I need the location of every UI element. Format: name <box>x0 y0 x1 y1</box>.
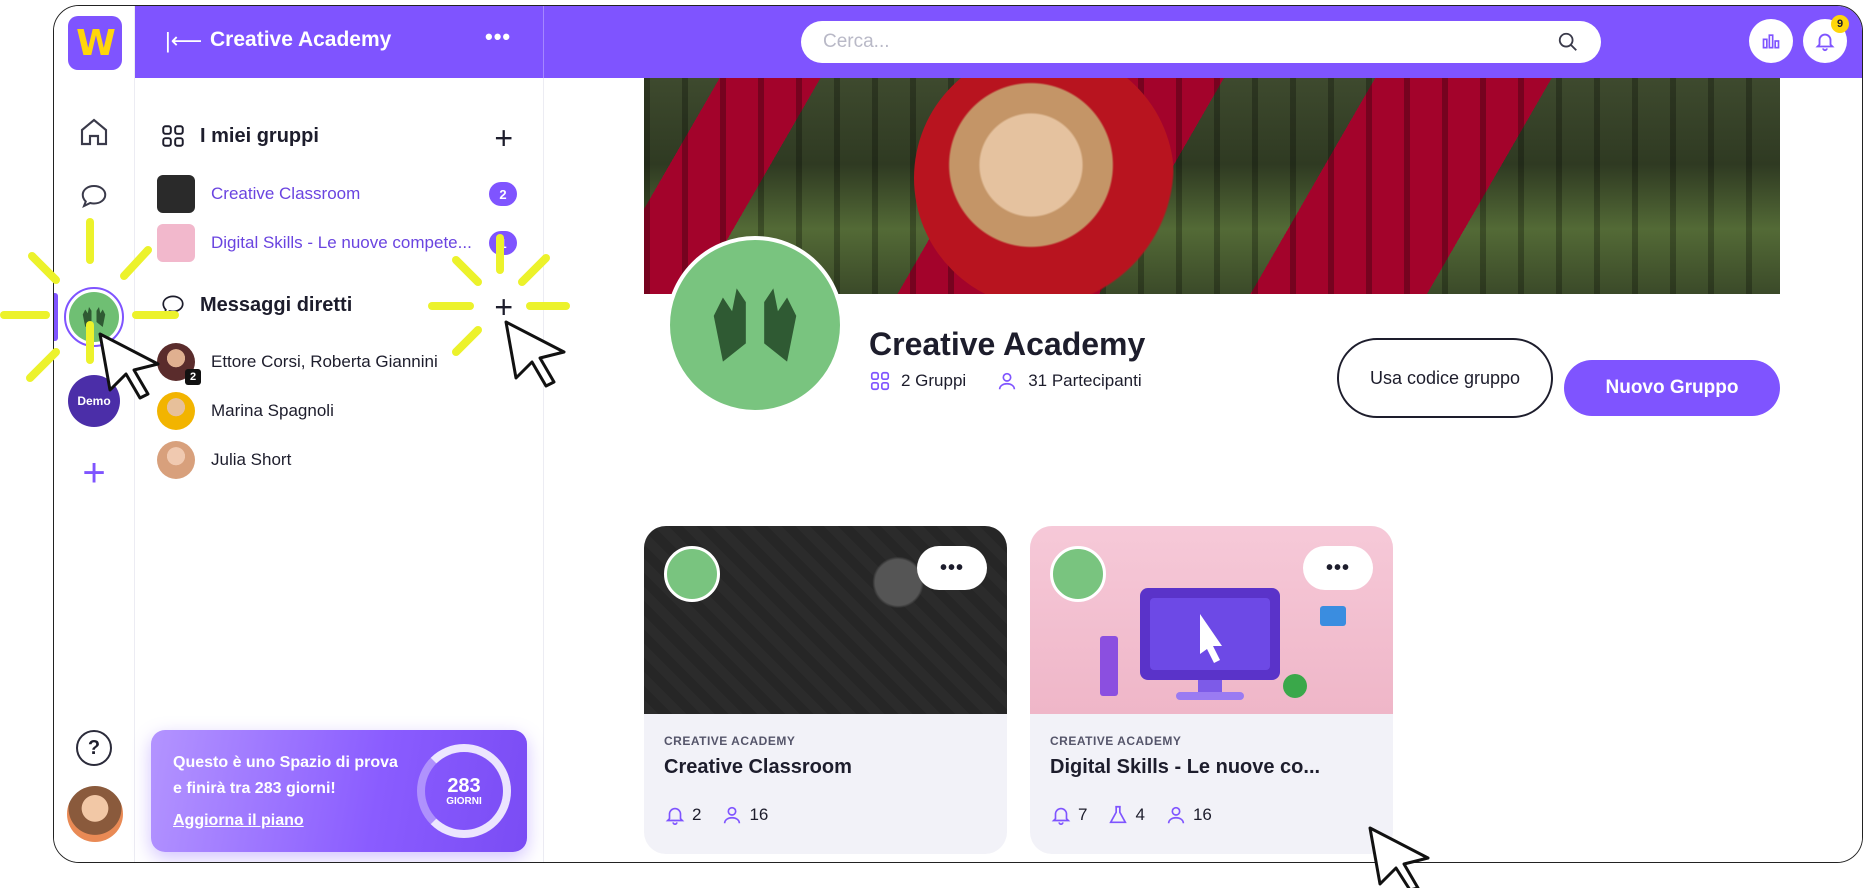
days-remaining-ring: 283 GIORNI <box>417 744 511 838</box>
collapse-sidebar-icon[interactable]: |⟵ <box>165 28 202 54</box>
search-bar <box>801 21 1601 63</box>
space-stats: 2 Gruppi 31 Partecipanti <box>869 370 1162 392</box>
gloves-icon <box>713 288 797 362</box>
active-indicator <box>54 293 58 341</box>
divider <box>543 6 544 78</box>
avatar: 2 <box>157 343 201 385</box>
upgrade-plan-link[interactable]: Aggiorna il piano <box>173 812 304 830</box>
bell-icon <box>1051 807 1071 825</box>
space-avatar <box>666 236 844 414</box>
new-group-button[interactable]: Nuovo Gruppo <box>1564 360 1780 416</box>
help-icon[interactable]: ? <box>76 730 112 766</box>
bar-chart-icon <box>1762 34 1780 49</box>
space-demo[interactable]: Demo <box>68 375 120 427</box>
avatar <box>157 392 195 430</box>
trial-banner: Questo è uno Spazio di prova e finirà tr… <box>151 730 527 852</box>
space-avatar <box>1050 546 1106 602</box>
dm-item-ettore-roberta[interactable]: 2 Ettore Corsi, Roberta Giannini <box>157 342 517 385</box>
group-card-creative-classroom[interactable]: ••• CREATIVE ACADEMY Creative Classroom … <box>644 526 1007 854</box>
sidebar: I miei gruppi + Creative Classroom 2 Dig… <box>135 78 544 862</box>
group-card-digital-skills[interactable]: ••• CREATIVE ACADEMY Digital Skills - Le… <box>1030 526 1393 854</box>
stats-button[interactable] <box>1749 19 1793 63</box>
groups-header: I miei gruppi <box>160 123 319 149</box>
add-message-button[interactable]: + <box>494 291 513 323</box>
avatar <box>157 441 195 479</box>
space-menu-button[interactable]: ••• <box>485 24 511 50</box>
dm-header: Messaggi diretti <box>160 292 352 318</box>
bell-icon <box>665 807 685 825</box>
sidebar-item-creative-classroom[interactable]: Creative Classroom 2 <box>157 174 517 214</box>
user-icon <box>1167 806 1185 824</box>
dm-item-marina-spagnoli[interactable]: Marina Spagnoli <box>157 391 517 431</box>
participants-badge: 2 <box>185 369 201 385</box>
card-title: Digital Skills - Le nuove co... <box>1050 756 1321 778</box>
topbar-space-title: Creative Academy <box>210 28 392 51</box>
notifications-button[interactable]: 9 <box>1803 15 1849 63</box>
chat-icon[interactable] <box>74 176 114 216</box>
gloves-icon <box>69 292 119 342</box>
unread-badge: 1 <box>489 231 517 255</box>
grid-icon <box>162 125 184 147</box>
app-window: W Demo + ? |⟵ Creative Academy ••• Cerca… <box>53 5 1863 863</box>
card-title: Creative Classroom <box>664 756 852 778</box>
notifications-badge: 9 <box>1831 15 1849 33</box>
unread-badge: 2 <box>489 182 517 206</box>
card-menu-button[interactable]: ••• <box>917 546 987 590</box>
grid-icon <box>870 371 890 391</box>
user-icon <box>724 806 741 824</box>
search-icon[interactable] <box>1557 31 1579 58</box>
bell-icon <box>1815 33 1835 52</box>
use-group-code-button[interactable]: Usa codice gruppo <box>1337 338 1553 418</box>
space-avatar <box>664 546 720 602</box>
sidebar-item-digital-skills[interactable]: Digital Skills - Le nuove compete... 1 <box>157 223 517 263</box>
top-bar: |⟵ Creative Academy ••• 9 <box>135 6 1862 78</box>
space-title: Creative Academy <box>869 326 1146 362</box>
space-avatar-creative-academy[interactable] <box>64 287 124 347</box>
home-icon[interactable] <box>74 112 114 152</box>
left-rail: W Demo + ? <box>54 6 135 862</box>
dm-item-julia-short[interactable]: Julia Short <box>157 440 517 480</box>
group-thumbnail <box>157 175 195 213</box>
app-logo[interactable]: W <box>68 16 122 70</box>
group-thumbnail <box>157 224 195 262</box>
user-avatar[interactable] <box>67 786 123 842</box>
user-icon <box>999 372 1016 390</box>
add-group-button[interactable]: + <box>494 122 513 154</box>
card-menu-button[interactable]: ••• <box>1303 546 1373 590</box>
search-input[interactable] <box>823 21 1523 63</box>
chat-icon <box>162 295 184 316</box>
flask-icon <box>1109 805 1128 824</box>
main-content: Creative Academy 2 Gruppi 31 Partecipant… <box>544 78 1862 862</box>
add-space-button[interactable]: + <box>76 453 112 493</box>
